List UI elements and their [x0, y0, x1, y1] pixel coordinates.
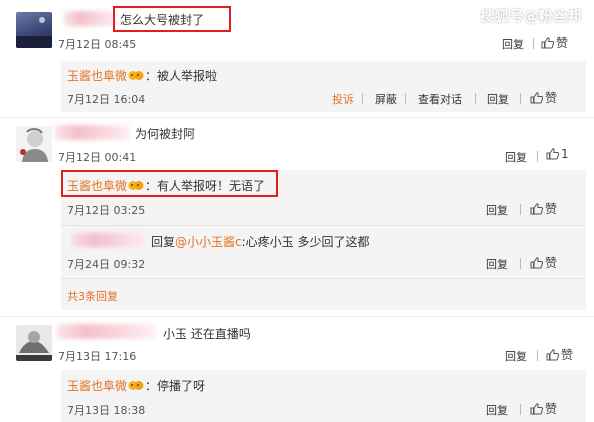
thumbs-up-icon: [530, 257, 543, 269]
divider: [475, 93, 476, 104]
like-button[interactable]: 赞: [530, 400, 557, 417]
blurred-username: [71, 233, 147, 247]
like-label: 赞: [545, 202, 558, 216]
view-all-replies-link[interactable]: 共3条回复: [67, 288, 118, 304]
like-button[interactable]: 赞: [546, 346, 573, 363]
reply-text: :心疼小玉 多少回了这都: [241, 235, 370, 249]
thumbs-up-icon: [546, 349, 559, 361]
thumbs-up-icon: [546, 148, 559, 160]
like-button[interactable]: 赞: [541, 34, 568, 51]
comment-text: 小玉 还在直播吗: [163, 327, 251, 341]
divider: [520, 204, 521, 215]
divider: [520, 93, 521, 104]
watermark: 搜狐号@粉丝邦: [480, 9, 582, 25]
reply-text: ：被人举报啦: [145, 69, 218, 83]
thumbs-up-icon: [541, 37, 554, 49]
avatar-image-icon: [16, 17, 52, 48]
blurred-username: [57, 324, 155, 339]
reply-line: 玉酱也阜微 ：有人举报呀！无语了: [67, 177, 265, 194]
avatar[interactable]: [16, 325, 52, 361]
thumbs-up-icon: [530, 403, 543, 415]
reply-button[interactable]: 回复: [505, 149, 527, 165]
reply-username[interactable]: 玉酱也阜微: [67, 379, 127, 393]
like-button[interactable]: 赞: [530, 200, 557, 217]
reply-time: 7月24日 09:32: [67, 258, 146, 271]
reply-time: 7月12日 16:04: [67, 93, 146, 106]
divider: [362, 93, 363, 104]
reply-time: 7月13日 18:38: [67, 404, 146, 417]
view-conversation-button[interactable]: 查看对话: [418, 91, 462, 107]
reply-button[interactable]: 回复: [486, 202, 508, 218]
reply-button[interactable]: 回复: [505, 348, 527, 364]
like-button[interactable]: 赞: [530, 89, 557, 106]
avatar-image-icon: [20, 128, 48, 162]
reply-button[interactable]: 回复: [486, 402, 508, 418]
comment-time: 7月12日 00:41: [58, 151, 137, 164]
like-label: 赞: [545, 91, 558, 105]
reply-prefix: 回复: [151, 235, 176, 249]
thumbs-up-icon: [530, 203, 543, 215]
like-count: 1: [561, 147, 569, 161]
separator: [0, 117, 594, 118]
divider: [520, 404, 521, 415]
vip-badge-icon: [128, 71, 144, 80]
like-label: 赞: [545, 402, 558, 416]
avatar[interactable]: [16, 12, 52, 48]
comment-text: 为何被封阿: [135, 127, 196, 141]
reply-button[interactable]: 回复: [502, 36, 524, 52]
separator: [61, 278, 586, 279]
avatar[interactable]: [16, 126, 52, 162]
comment-time: 7月12日 08:45: [58, 38, 137, 51]
blurred-username: [64, 11, 116, 26]
separator: [0, 316, 594, 317]
like-label: 赞: [556, 36, 569, 50]
reply-username[interactable]: 玉酱也阜微: [67, 69, 127, 83]
report-button[interactable]: 投诉: [332, 91, 354, 107]
reply-time: 7月12日 03:25: [67, 204, 146, 217]
reply-username[interactable]: 玉酱也阜微: [67, 179, 127, 193]
reply-text: ：有人举报呀！无语了: [145, 179, 266, 193]
block-button[interactable]: 屏蔽: [375, 91, 397, 107]
reply-text: ：停播了呀: [145, 379, 206, 393]
like-label: 赞: [545, 256, 558, 270]
avatar-image-icon: [16, 325, 52, 361]
comment-text: 怎么大号被封了: [120, 13, 205, 27]
separator: [61, 225, 586, 226]
divider: [537, 350, 538, 361]
like-button[interactable]: 赞: [530, 254, 557, 271]
vip-badge-icon: [128, 381, 144, 390]
divider: [533, 38, 534, 49]
divider: [537, 151, 538, 162]
reply-line: 玉酱也阜微 ：停播了呀: [67, 377, 205, 394]
reply-button[interactable]: 回复: [486, 256, 508, 272]
reply-button[interactable]: 回复: [487, 91, 509, 107]
comment-time: 7月13日 17:16: [58, 350, 137, 363]
divider: [520, 258, 521, 269]
blurred-username: [55, 125, 130, 140]
like-button[interactable]: 1: [546, 147, 569, 161]
reply-line: 玉酱也阜微 ：被人举报啦: [67, 67, 217, 84]
reply-line: 回复@小小玉酱c:心疼小玉 多少回了这都: [151, 233, 369, 250]
thumbs-up-icon: [530, 92, 543, 104]
like-label: 赞: [561, 348, 574, 362]
divider: [405, 93, 406, 104]
mention-link[interactable]: @小小玉酱c: [175, 235, 242, 249]
vip-badge-icon: [128, 181, 144, 190]
